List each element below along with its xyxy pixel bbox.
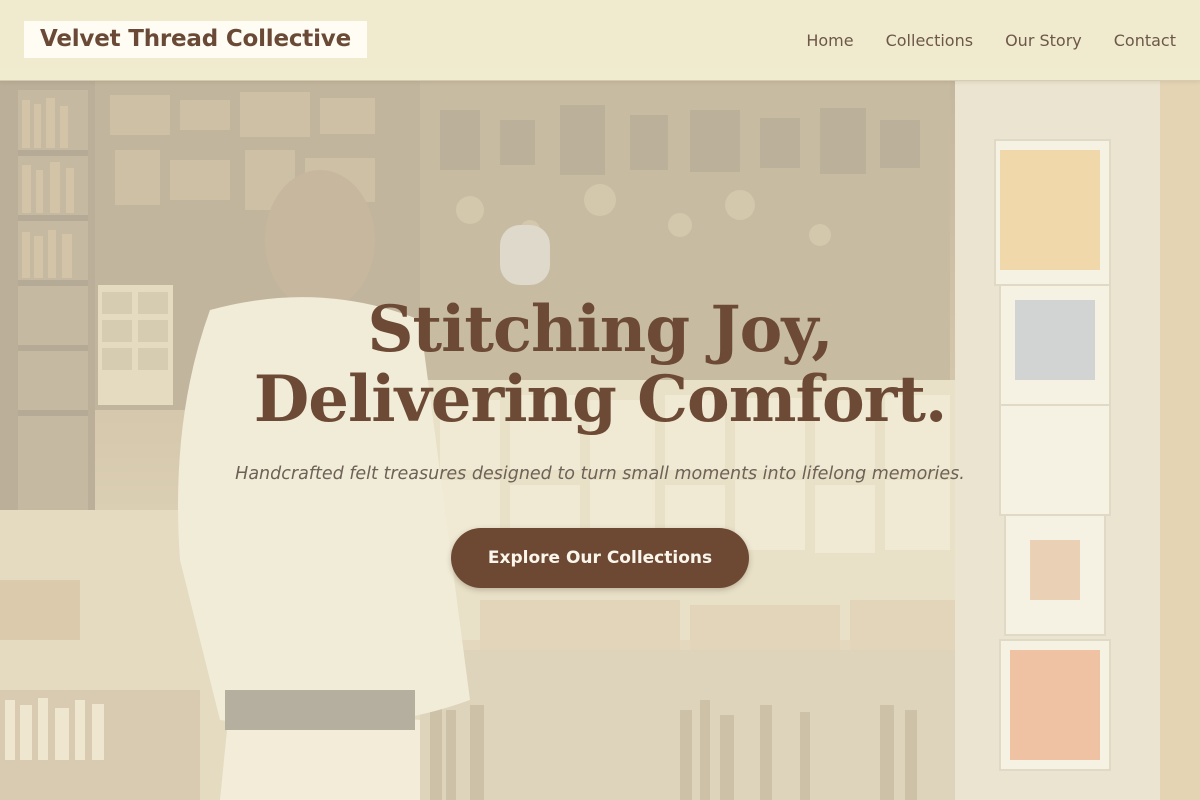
brand-logo[interactable]: Velvet Thread Collective [24, 21, 367, 58]
hero-title-line-1: Stitching Joy, [367, 292, 833, 367]
page: Velvet Thread Collective Home Collection… [0, 0, 1200, 800]
hero-title-line-2: Delivering Comfort. [253, 362, 947, 437]
site-header: Velvet Thread Collective Home Collection… [0, 0, 1200, 81]
hero-section: Stitching Joy, Delivering Comfort. Handc… [0, 80, 1200, 800]
nav-collections-link[interactable]: Collections [886, 31, 973, 50]
main-nav: Home Collections Our Story Contact [806, 0, 1176, 80]
explore-collections-button[interactable]: Explore Our Collections [451, 528, 749, 588]
nav-our-story-link[interactable]: Our Story [1005, 31, 1082, 50]
hero-title: Stitching Joy, Delivering Comfort. [100, 295, 1100, 435]
hero-subtitle: Handcrafted felt treasures designed to t… [235, 464, 965, 484]
nav-home-link[interactable]: Home [806, 31, 853, 50]
nav-contact-link[interactable]: Contact [1114, 31, 1176, 50]
